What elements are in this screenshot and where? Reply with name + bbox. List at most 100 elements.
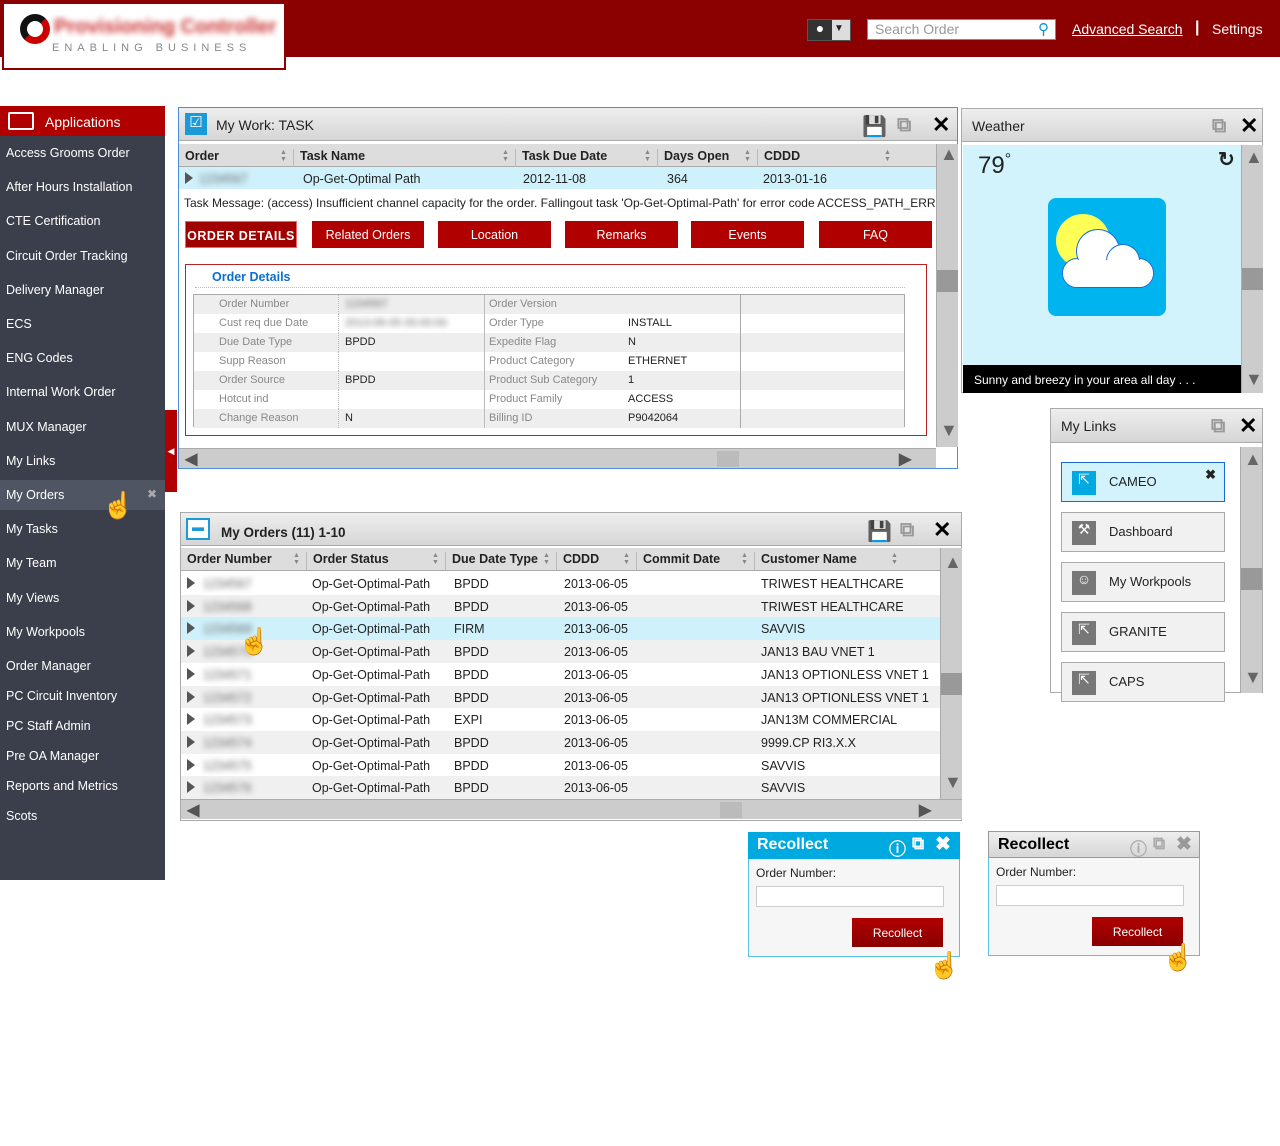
popout-icon[interactable]: ⧉ xyxy=(897,114,911,137)
link-item[interactable]: ⇱ CAPS xyxy=(1061,662,1225,702)
sidebar-item[interactable]: CTE Certification xyxy=(0,206,165,236)
expand-icon[interactable] xyxy=(187,667,195,680)
settings-link[interactable]: Settings xyxy=(1212,21,1263,37)
expand-icon[interactable] xyxy=(187,690,195,703)
remove-link-icon[interactable]: ✖ xyxy=(1205,467,1216,483)
order-row[interactable]: 1234570 Op-Get-Optimal-Path BPDD 2013-06-05… xyxy=(181,640,940,663)
column-header[interactable]: Order ▲▼ xyxy=(179,149,293,167)
task-horizontal-scrollbar[interactable]: ◀ ▶ xyxy=(179,448,936,468)
sort-icon[interactable]: ▲▼ xyxy=(744,149,751,163)
close-icon[interactable]: ✖ xyxy=(935,833,951,856)
sidebar-item[interactable]: MUX Manager xyxy=(0,412,165,442)
user-menu-button[interactable]: ● ▼ xyxy=(807,19,851,41)
save-icon[interactable]: 💾 xyxy=(867,519,892,544)
sort-icon[interactable]: ▲▼ xyxy=(741,552,748,566)
column-header[interactable]: CDDD ▲▼ xyxy=(556,552,636,570)
order-row[interactable]: 1234568 Op-Get-Optimal-Path BPDD 2013-06-05… xyxy=(181,594,940,618)
order-row[interactable]: 1234567 Op-Get-Optimal-Path BPDD 2013-06-05… xyxy=(181,572,940,595)
links-scrollbar[interactable]: ▲ ▼ xyxy=(1240,447,1262,693)
order-row[interactable]: 1234576 Op-Get-Optimal-Path BPDD 2013-06-05… xyxy=(181,776,940,799)
help-icon[interactable]: ⓘ xyxy=(889,835,906,860)
sidebar-item[interactable]: My Workpools xyxy=(0,617,165,647)
tab-button[interactable]: Events xyxy=(691,221,804,248)
popout-icon[interactable]: ⧉ xyxy=(912,834,924,854)
close-icon[interactable]: ✕ xyxy=(1240,113,1258,139)
order-number-input[interactable] xyxy=(996,885,1184,906)
expand-icon[interactable] xyxy=(185,172,193,184)
order-row[interactable]: 1234572 Op-Get-Optimal-Path BPDD 2013-06-05… xyxy=(181,685,940,709)
link-item[interactable]: ⇱ CAMEO ✖ xyxy=(1061,462,1225,502)
close-icon[interactable]: ✕ xyxy=(932,112,950,138)
sidebar-item[interactable]: My Team xyxy=(0,548,165,578)
orders-vertical-scrollbar[interactable]: ▲ ▼ xyxy=(940,548,962,799)
sort-icon[interactable]: ▲▼ xyxy=(502,149,509,163)
expand-icon[interactable] xyxy=(187,781,195,794)
tab-button[interactable]: ORDER DETAILS xyxy=(185,221,297,248)
popout-icon[interactable]: ⧉ xyxy=(900,519,914,542)
close-icon[interactable]: ✖ xyxy=(147,487,157,501)
orders-horizontal-scrollbar[interactable]: ◀ ▶ xyxy=(181,799,962,819)
popout-icon[interactable]: ⧉ xyxy=(1212,115,1226,138)
popout-icon[interactable]: ⧉ xyxy=(1211,415,1225,438)
order-row[interactable]: 1234573 Op-Get-Optimal-Path EXPI 2013-06-05… xyxy=(181,708,940,731)
column-header[interactable]: Order Status ▲▼ xyxy=(306,552,445,570)
sort-icon[interactable]: ▲▼ xyxy=(432,552,439,566)
order-row[interactable]: 1234569 Op-Get-Optimal-Path FIRM 2013-06-05… xyxy=(181,617,940,641)
order-row[interactable]: 1234571 Op-Get-Optimal-Path BPDD 2013-06-05… xyxy=(181,662,940,686)
sidebar-item[interactable]: My Orders ✖ xyxy=(0,480,165,510)
sidebar-item[interactable]: ENG Codes xyxy=(0,343,165,373)
column-header[interactable]: Order Number ▲▼ xyxy=(181,552,306,570)
order-row[interactable]: 1234575 Op-Get-Optimal-Path BPDD 2013-06-05… xyxy=(181,753,940,777)
column-header[interactable]: CDDD ▲▼ xyxy=(757,149,897,167)
search-icon[interactable]: ⚲ xyxy=(1038,20,1049,38)
advanced-search-link[interactable]: Advanced Search xyxy=(1072,21,1183,37)
sort-icon[interactable]: ▲▼ xyxy=(644,149,651,163)
task-vertical-scrollbar[interactable]: ▲ ▼ xyxy=(936,144,958,447)
sidebar-item[interactable]: My Views xyxy=(0,583,165,613)
sidebar-item[interactable]: ECS xyxy=(0,309,165,339)
sidebar-item[interactable]: PC Staff Admin xyxy=(0,711,165,741)
column-header[interactable]: Commit Date ▲▼ xyxy=(636,552,754,570)
sort-icon[interactable]: ▲▼ xyxy=(280,149,287,163)
search-input[interactable]: Search Order ⚲ xyxy=(867,19,1056,40)
column-header[interactable]: Customer Name ▲▼ xyxy=(754,552,904,570)
sidebar-item[interactable]: PC Circuit Inventory xyxy=(0,681,165,711)
expand-icon[interactable] xyxy=(187,758,195,771)
refresh-icon[interactable]: ↻ xyxy=(1218,147,1235,172)
column-header[interactable]: Due Date Type ▲▼ xyxy=(445,552,556,570)
save-icon[interactable]: 💾 xyxy=(862,114,887,139)
weather-scrollbar[interactable]: ▲ ▼ xyxy=(1241,145,1263,393)
task-row[interactable]: 1234567 Op-Get-Optimal Path 2012-11-08 3… xyxy=(179,167,936,189)
column-header[interactable]: Days Open ▲▼ xyxy=(657,149,757,167)
expand-icon[interactable] xyxy=(187,645,195,658)
tab-button[interactable]: Remarks xyxy=(565,221,678,248)
logo[interactable]: Provisioning Controller ENABLING BUSINES… xyxy=(2,2,286,70)
sidebar-item[interactable]: My Links xyxy=(0,446,165,476)
sort-icon[interactable]: ▲▼ xyxy=(891,552,898,566)
expand-icon[interactable] xyxy=(187,735,195,748)
help-icon[interactable]: ⓘ xyxy=(1130,835,1147,860)
recollect-button[interactable]: Recollect xyxy=(852,918,943,947)
sort-icon[interactable]: ▲▼ xyxy=(293,552,300,566)
close-icon[interactable]: ✕ xyxy=(1239,413,1257,439)
expand-icon[interactable] xyxy=(187,622,195,635)
tab-button[interactable]: Location xyxy=(438,221,551,248)
popout-icon[interactable]: ⧉ xyxy=(1153,834,1165,854)
sort-icon[interactable]: ▲▼ xyxy=(543,552,550,566)
sidebar-item[interactable]: Reports and Metrics xyxy=(0,771,165,801)
sidebar-item[interactable]: After Hours Installation xyxy=(0,172,165,202)
close-icon[interactable]: ✕ xyxy=(933,517,951,543)
sidebar-item[interactable]: Scots xyxy=(0,801,165,831)
column-header[interactable]: Task Due Date ▲▼ xyxy=(515,149,657,167)
order-number-input[interactable] xyxy=(756,886,944,907)
tab-button[interactable]: Related Orders xyxy=(312,221,424,248)
link-item[interactable]: ⚒ Dashboard xyxy=(1061,512,1225,552)
sidebar-item[interactable]: Circuit Order Tracking xyxy=(0,241,165,271)
expand-icon[interactable] xyxy=(187,577,195,589)
link-item[interactable]: ☺ My Workpools xyxy=(1061,562,1225,602)
sort-icon[interactable]: ▲▼ xyxy=(623,552,630,566)
sort-icon[interactable]: ▲▼ xyxy=(884,149,891,163)
sidebar-item[interactable]: Delivery Manager xyxy=(0,275,165,305)
link-item[interactable]: ⇱ GRANITE xyxy=(1061,612,1225,652)
sidebar-collapse-handle[interactable]: ◀ xyxy=(165,410,177,492)
